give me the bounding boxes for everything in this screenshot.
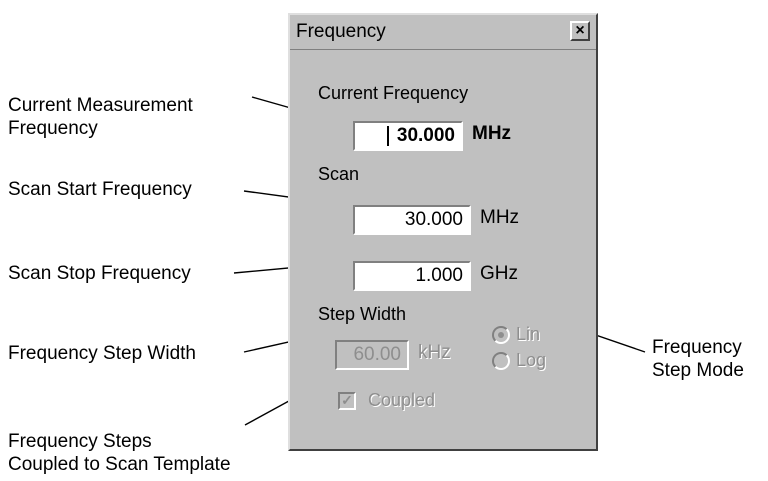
annotation-coupled: Frequency Steps Coupled to Scan Template bbox=[8, 431, 231, 475]
close-button[interactable]: × bbox=[570, 21, 590, 41]
step-width-unit: kHz bbox=[418, 342, 451, 363]
dialog-body: Current Frequency 30.000 MHz Scan 30.000… bbox=[290, 49, 596, 449]
current-frequency-label: Current Frequency bbox=[318, 83, 469, 103]
scan-stop-input[interactable]: 1.000 bbox=[353, 261, 471, 291]
step-width-input[interactable]: 60.00 bbox=[335, 340, 409, 370]
step-mode-lin-label: Lin bbox=[516, 324, 541, 344]
step-mode-log-label: Log bbox=[516, 350, 547, 370]
dialog-titlebar[interactable]: Frequency × bbox=[290, 15, 596, 49]
current-frequency-input[interactable]: 30.000 bbox=[353, 121, 463, 151]
dialog-title: Frequency bbox=[296, 21, 386, 42]
check-mark-icon: ✓ bbox=[341, 392, 353, 408]
annotation-step-mode: Frequency Step Mode bbox=[652, 337, 744, 381]
frequency-dialog: Frequency × Current Frequency 30.000 MHz… bbox=[288, 13, 598, 451]
scan-stop-unit: GHz bbox=[480, 263, 518, 284]
radio-log[interactable] bbox=[492, 352, 510, 370]
text-caret bbox=[387, 126, 389, 146]
scan-start-input[interactable]: 30.000 bbox=[353, 205, 471, 235]
coupled-label: Coupled bbox=[368, 390, 436, 410]
annotation-current-measurement: Current Measurement Frequency bbox=[8, 95, 193, 139]
coupled-checkbox[interactable]: ✓ bbox=[338, 392, 356, 410]
current-frequency-unit: MHz bbox=[472, 123, 512, 144]
scan-label: Scan bbox=[318, 164, 360, 184]
annotation-scan-stop: Scan Stop Frequency bbox=[8, 263, 191, 284]
radio-selected-dot bbox=[498, 332, 504, 338]
annotation-step-width: Frequency Step Width bbox=[8, 343, 196, 364]
scan-start-unit: MHz bbox=[480, 207, 520, 228]
close-icon: × bbox=[575, 22, 585, 39]
annotation-scan-start: Scan Start Frequency bbox=[8, 179, 192, 200]
radio-lin[interactable] bbox=[492, 326, 510, 344]
step-width-label: Step Width bbox=[318, 304, 407, 324]
